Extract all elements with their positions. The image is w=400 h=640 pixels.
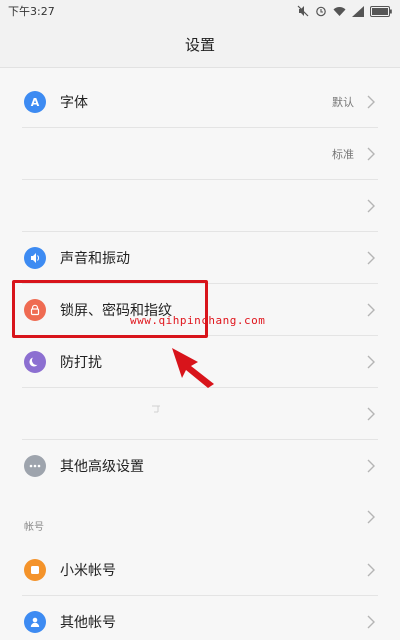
settings-row-label: 防打扰 — [60, 355, 102, 371]
chevron-right-icon — [367, 510, 375, 524]
account-section-header: 帐号 — [24, 522, 44, 533]
status-bar: 下午3:27 — [0, 0, 400, 22]
chevron-right-icon — [367, 251, 375, 265]
wifi-icon — [333, 6, 346, 16]
lock-icon — [24, 299, 46, 321]
battery-icon — [370, 5, 392, 17]
chevron-right-icon — [367, 199, 375, 213]
settings-row-lock-screen[interactable]: 锁屏、密码和指纹 — [0, 284, 400, 336]
font-icon: A — [24, 91, 46, 113]
annotation-arrow-icon — [172, 348, 214, 388]
settings-row-label: 字体 — [60, 95, 88, 111]
chevron-right-icon — [367, 355, 375, 369]
settings-row-font[interactable]: A 字体 默认 — [0, 76, 400, 128]
signal-icon — [352, 5, 364, 17]
alarm-icon — [316, 6, 326, 17]
chevron-right-icon — [367, 303, 375, 317]
status-icons — [297, 5, 392, 17]
speaker-icon — [24, 247, 46, 269]
settings-row-label: 其他帐号 — [60, 615, 116, 631]
settings-row-mi-account[interactable]: 小米帐号 — [0, 544, 400, 596]
moon-icon — [24, 351, 46, 373]
chevron-right-icon — [367, 147, 375, 161]
watermark-text: www.qihpinchang.com — [130, 314, 266, 327]
chevron-right-icon — [367, 95, 375, 109]
settings-row-value: 标准 — [332, 148, 354, 161]
font-icon-glyph: A — [30, 95, 40, 109]
settings-row-blank-2[interactable] — [0, 388, 400, 440]
settings-row-value: 默认 — [332, 96, 354, 109]
page-title: 设置 — [184, 36, 215, 54]
chevron-right-icon — [367, 563, 375, 577]
user-icon — [24, 611, 46, 633]
chevron-right-icon — [367, 615, 375, 629]
chevron-right-icon — [367, 407, 375, 421]
settings-row-standard[interactable]: 标准 — [0, 128, 400, 180]
settings-row-advanced[interactable]: 其他高级设置 — [0, 440, 400, 492]
settings-row-label: 小米帐号 — [60, 563, 116, 579]
mi-account-icon — [24, 559, 46, 581]
settings-row-label: 其他高级设置 — [60, 459, 144, 475]
settings-row-label: 声音和振动 — [60, 251, 130, 267]
artifact-mark — [152, 405, 160, 413]
settings-row-other-accounts[interactable]: 其他帐号 — [0, 596, 400, 640]
chevron-right-icon — [367, 459, 375, 473]
settings-row-sound[interactable]: 声音和振动 — [0, 232, 400, 284]
settings-row-blank-1[interactable] — [0, 180, 400, 232]
more-icon — [24, 455, 46, 477]
mute-icon — [297, 5, 309, 17]
status-time: 下午3:27 — [8, 5, 55, 18]
title-bar: 设置 — [0, 22, 400, 68]
